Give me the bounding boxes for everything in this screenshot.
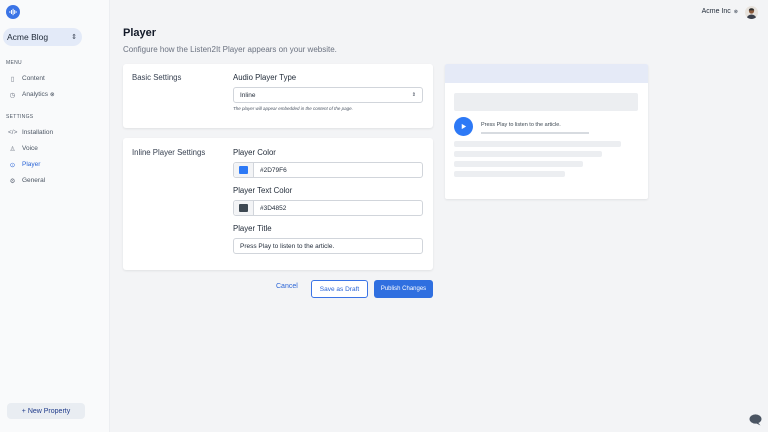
sound-wave-icon <box>9 8 17 16</box>
player-title-input[interactable]: Press Play to listen to the article. <box>233 238 423 254</box>
play-icon <box>461 123 467 130</box>
sidebar-item-general[interactable]: ⚙ General <box>8 175 46 186</box>
preview-header-bar <box>445 64 648 83</box>
chevron-down-icon: ⊗ <box>733 8 738 15</box>
preview-progress-bar[interactable] <box>481 132 589 134</box>
sidebar-item-player[interactable]: ⊙ Player <box>8 159 41 170</box>
document-icon: ▯ <box>10 75 15 83</box>
sidebar-item-label: Player <box>22 161 41 168</box>
chevron-up-down-icon: ⇕ <box>71 33 77 41</box>
skeleton-line <box>454 161 583 167</box>
player-color-swatch-button[interactable] <box>234 163 254 177</box>
player-color-input[interactable]: #2D79F6 <box>233 162 423 178</box>
color-swatch <box>239 166 248 174</box>
basic-settings-card: Basic Settings Audio Player Type Inline … <box>123 64 433 128</box>
sidebar-item-installation[interactable]: </> Installation <box>8 127 53 138</box>
player-text-color-value: #3D4852 <box>260 204 287 212</box>
settings-section-label: SETTINGS <box>6 114 34 120</box>
property-name: Acme Blog <box>7 32 49 42</box>
code-icon: </> <box>8 129 18 136</box>
cancel-button[interactable]: Cancel <box>276 283 298 290</box>
basic-settings-label: Basic Settings <box>132 73 182 82</box>
property-selector[interactable]: Acme Blog ⇕ <box>3 28 82 46</box>
preview-player-title: Press Play to listen to the article. <box>481 122 561 128</box>
player-text-color-swatch-button[interactable] <box>234 201 254 215</box>
player-text-color-input[interactable]: #3D4852 <box>233 200 423 216</box>
publish-changes-button[interactable]: Publish Changes <box>374 280 433 298</box>
player-title-label: Player Title <box>233 224 272 233</box>
sidebar-item-content[interactable]: ▯ Content <box>8 73 45 84</box>
menu-section-label: MENU <box>6 60 22 66</box>
play-circle-icon: ⊙ <box>9 161 16 169</box>
player-type-help-text: The player will appear embedded in the c… <box>233 106 353 111</box>
clock-icon: ◷ <box>9 91 16 99</box>
inline-player-settings-label: Inline Player Settings <box>132 148 206 157</box>
skeleton-line <box>454 171 565 177</box>
sidebar-item-voice[interactable]: ♙ Voice <box>8 143 38 154</box>
player-color-value: #2D79F6 <box>260 166 287 174</box>
sidebar-item-label: Content <box>22 75 45 82</box>
audio-player-type-select[interactable]: Inline ⇕ <box>233 87 423 103</box>
play-button[interactable] <box>454 117 473 136</box>
sidebar-item-label: Analytics <box>22 91 49 98</box>
new-property-button[interactable]: + New Property <box>7 403 85 419</box>
audio-player-type-label: Audio Player Type <box>233 73 297 82</box>
sidebar-item-analytics[interactable]: ◷ Analytics ⊗ <box>8 89 55 100</box>
save-as-draft-button[interactable]: Save as Draft <box>311 280 368 298</box>
user-avatar-icon <box>746 8 757 19</box>
inline-player-settings-card: Inline Player Settings Player Color #2D7… <box>123 138 433 270</box>
skeleton-block <box>454 93 638 111</box>
sidebar-item-label: Voice <box>22 145 38 152</box>
player-title-value: Press Play to listen to the article. <box>240 242 335 250</box>
color-swatch <box>239 204 248 212</box>
audio-player-type-value: Inline <box>240 91 256 99</box>
chevron-up-down-icon: ⇕ <box>411 92 416 98</box>
user-icon: ♙ <box>9 145 16 153</box>
skeleton-line <box>454 151 602 157</box>
skeleton-line <box>454 141 621 147</box>
app-logo[interactable] <box>6 5 20 19</box>
sidebar-item-label: General <box>22 177 46 184</box>
avatar[interactable] <box>745 6 758 19</box>
page-subtitle: Configure how the Listen2It Player appea… <box>123 45 337 54</box>
account-name: Acme Inc <box>701 8 731 15</box>
page-title: Player <box>123 27 157 39</box>
player-preview: Press Play to listen to the article. <box>445 64 648 199</box>
sidebar: Acme Blog ⇕ MENU ▯ Content ◷ Analytics ⊗… <box>0 0 110 432</box>
player-color-label: Player Color <box>233 148 276 157</box>
chat-icon[interactable] <box>749 413 762 426</box>
sidebar-item-label: Installation <box>22 129 54 136</box>
chevron-down-icon: ⊗ <box>50 91 55 98</box>
player-text-color-label: Player Text Color <box>233 186 293 195</box>
account-menu[interactable]: Acme Inc ⊗ <box>702 8 738 15</box>
gear-icon: ⚙ <box>9 177 16 185</box>
